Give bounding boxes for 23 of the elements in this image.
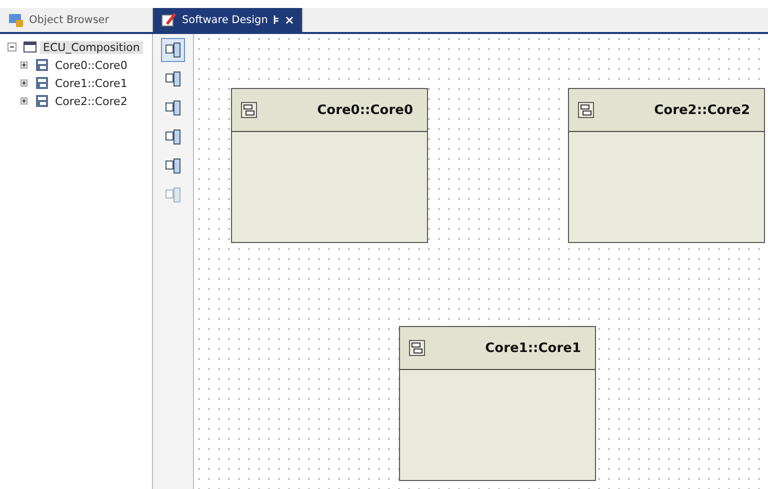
component-icon <box>578 102 594 118</box>
close-icon[interactable]: × <box>284 13 294 27</box>
tree-item[interactable]: Core2::Core2 <box>52 94 130 108</box>
component-icon <box>34 75 50 91</box>
browser-icon <box>8 12 24 28</box>
toolbar-button[interactable] <box>161 38 185 62</box>
component-block[interactable]: Core1::Core1 <box>399 326 596 481</box>
component-title: Core2::Core2 <box>654 102 750 118</box>
component-title: Core0::Core0 <box>317 102 413 118</box>
tree-item[interactable]: ECU_Composition <box>40 40 143 54</box>
tree-item[interactable]: Core1::Core1 <box>52 76 130 90</box>
component-block[interactable]: Core0::Core0 <box>231 88 428 243</box>
component-block[interactable]: Core2::Core2 <box>568 88 765 243</box>
design-icon <box>161 12 177 28</box>
component-icon <box>34 93 50 109</box>
tab[interactable]: Software Design ⊧ × <box>153 8 304 32</box>
composition-icon <box>22 39 38 55</box>
component-icon <box>34 57 50 73</box>
pin-icon[interactable]: ⊧ <box>272 13 280 27</box>
tree-item[interactable]: Core0::Core0 <box>52 58 130 72</box>
component-title: Core1::Core1 <box>485 340 581 356</box>
component-icon <box>409 340 425 356</box>
component-icon <box>241 102 257 118</box>
